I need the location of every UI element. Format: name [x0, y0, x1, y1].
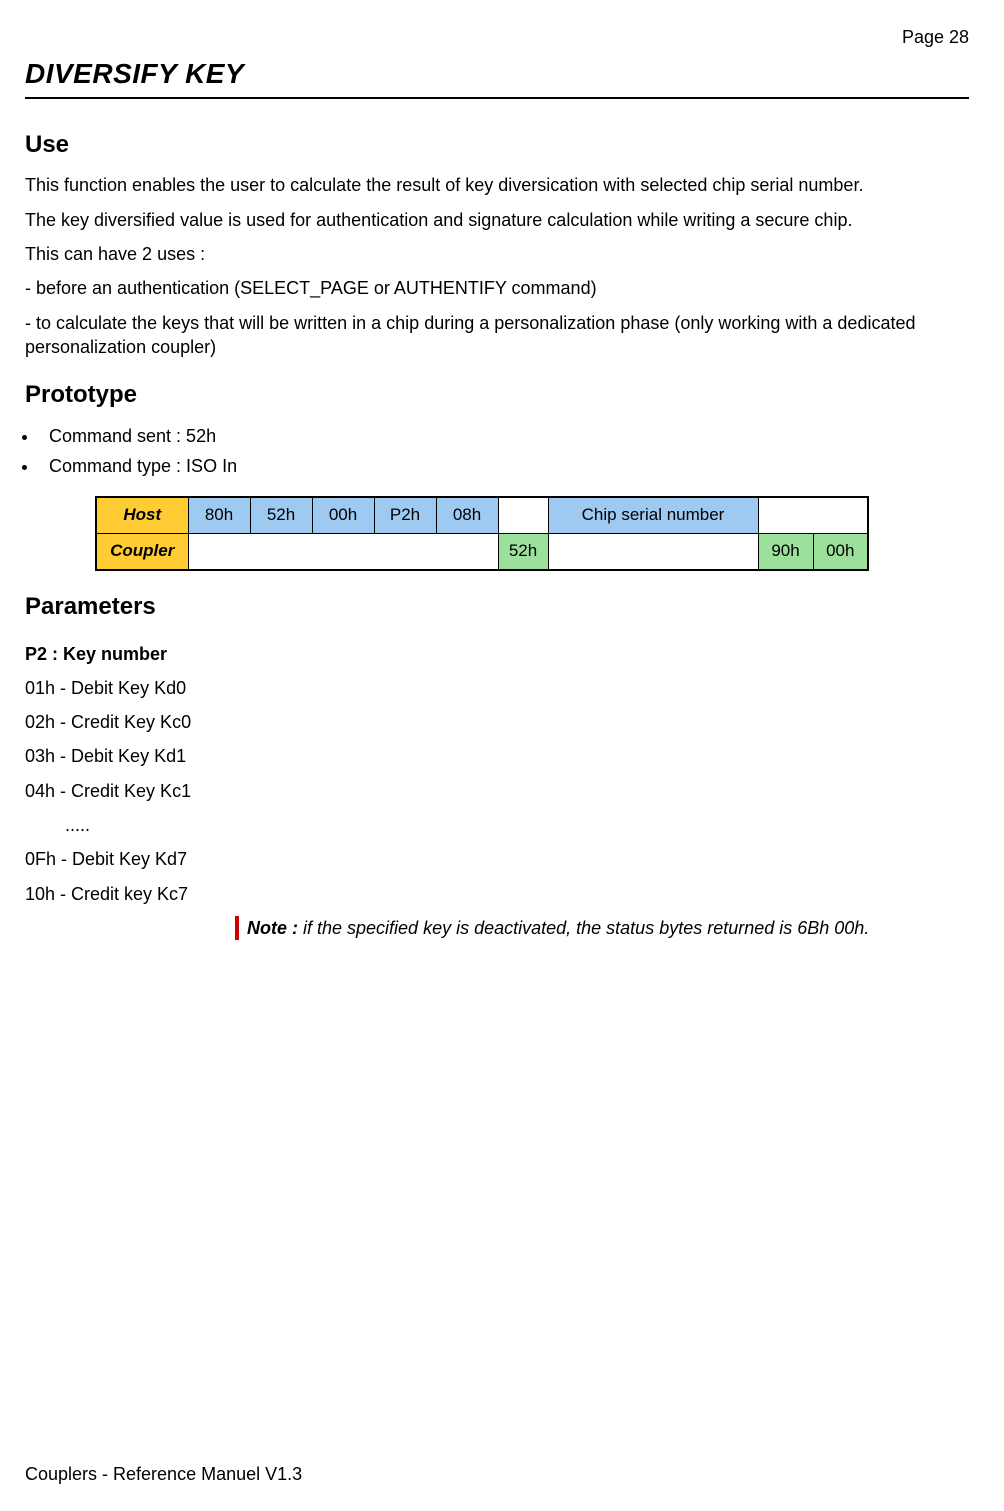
page-footer: Couplers - Reference Manuel V1.3	[25, 1462, 302, 1486]
coupler-cell-empty2	[548, 534, 758, 570]
param-04h: 04h - Credit Key Kc1	[25, 779, 969, 803]
host-cell-cla: 80h	[188, 497, 250, 533]
use-paragraph-3: This can have 2 uses :	[25, 242, 969, 266]
param-03h: 03h - Debit Key Kd1	[25, 744, 969, 768]
coupler-cell-ack: 52h	[498, 534, 548, 570]
host-cell-serial: Chip serial number	[548, 497, 758, 533]
section-prototype-heading: Prototype	[25, 379, 969, 411]
note-label: Note :	[247, 918, 303, 938]
coupler-row-label: Coupler	[96, 534, 188, 570]
param-10h: 10h - Credit key Kc7	[25, 882, 969, 906]
note-text: if the specified key is deactivated, the…	[303, 918, 869, 938]
use-paragraph-2: The key diversified value is used for au…	[25, 208, 969, 232]
use-paragraph-5: - to calculate the keys that will be wri…	[25, 311, 969, 360]
title-underline	[25, 97, 969, 99]
p2-keynumber-heading: P2 : Key number	[25, 642, 969, 666]
host-cell-empty2	[758, 497, 868, 533]
host-cell-p1: 00h	[312, 497, 374, 533]
param-01h: 01h - Debit Key Kd0	[25, 676, 969, 700]
coupler-cell-empty1	[188, 534, 498, 570]
prototype-bullet-1: Command sent : 52h	[39, 424, 969, 448]
host-cell-lc: 08h	[436, 497, 498, 533]
note-block: Note : if the specified key is deactivat…	[235, 916, 969, 940]
use-paragraph-1: This function enables the user to calcul…	[25, 173, 969, 197]
use-paragraph-4: - before an authentication (SELECT_PAGE …	[25, 276, 969, 300]
section-parameters-heading: Parameters	[25, 591, 969, 623]
param-ellipsis: .....	[25, 813, 969, 837]
host-cell-p2: P2h	[374, 497, 436, 533]
section-use-heading: Use	[25, 129, 969, 161]
param-02h: 02h - Credit Key Kc0	[25, 710, 969, 734]
page-title: DIVERSIFY KEY	[25, 55, 969, 93]
coupler-cell-sw2: 00h	[813, 534, 868, 570]
page-number: Page 28	[25, 25, 969, 49]
param-0Fh: 0Fh - Debit Key Kd7	[25, 847, 969, 871]
host-cell-empty1	[498, 497, 548, 533]
host-cell-ins: 52h	[250, 497, 312, 533]
coupler-cell-sw1: 90h	[758, 534, 813, 570]
protocol-table: Host 80h 52h 00h P2h 08h Chip serial num…	[95, 496, 969, 571]
host-row-label: Host	[96, 497, 188, 533]
prototype-bullet-2: Command type : ISO In	[39, 454, 969, 478]
